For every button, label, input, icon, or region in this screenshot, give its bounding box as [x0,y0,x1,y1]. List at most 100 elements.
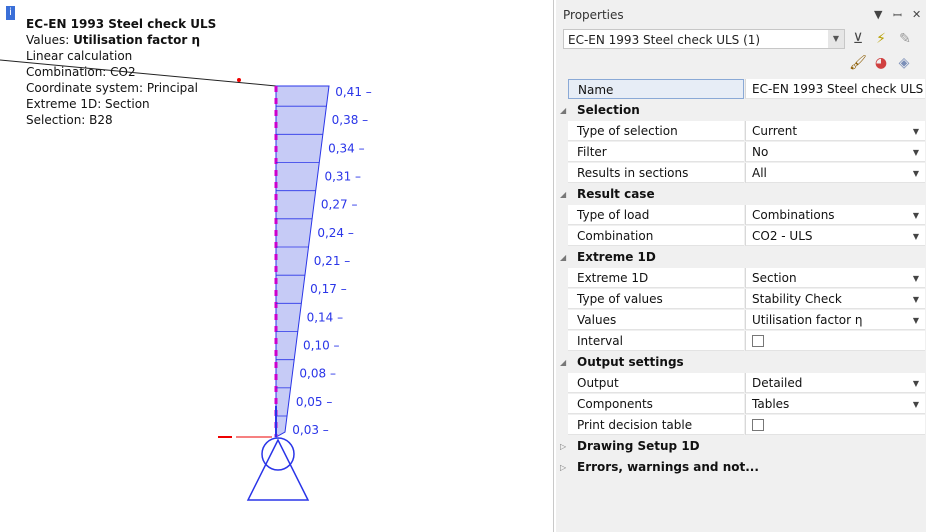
prop-results-in-sections-row[interactable]: Results in sections All ▼ [558,163,925,184]
prop-type-of-values-row[interactable]: Type of values Stability Check ▼ [558,289,925,310]
prop-value-select[interactable]: Current ▼ [745,121,925,141]
color-palette-icon[interactable]: ◕ [872,54,890,72]
diagram-label: 0,41 – [335,85,372,99]
prop-extreme-1d-row[interactable]: Extreme 1D Section ▼ [558,268,925,289]
prop-label: Values [568,310,744,330]
group-label: Errors, warnings and not... [577,460,759,474]
prop-value-select[interactable]: All ▼ [745,163,925,183]
diagram-label: 0,14 – [307,310,344,324]
prop-print-decision-table-row[interactable]: Print decision table [558,415,925,436]
leader-point [237,78,241,82]
group-drawing-setup[interactable]: ▷ Drawing Setup 1D [558,436,925,457]
chevron-down-icon[interactable]: ▼ [913,142,919,163]
diagram-label: 0,34 – [328,141,365,155]
prop-value-select[interactable]: Utilisation factor η ▼ [745,310,925,330]
collapse-icon[interactable]: ◢ [560,352,566,373]
prop-type-of-load-row[interactable]: Type of load Combinations ▼ [558,205,925,226]
group-selection[interactable]: ◢ Selection [558,100,925,121]
diagram-label: 0,31 – [324,170,361,184]
prop-values-row[interactable]: Values Utilisation factor η ▼ [558,310,925,331]
diagram-label: 0,05 – [296,395,333,409]
chevron-down-icon[interactable]: ▼ [913,394,919,415]
chevron-down-icon[interactable]: ▼ [913,226,919,247]
collapse-icon[interactable]: ◢ [560,184,566,205]
chevron-down-icon[interactable]: ▼ [913,163,919,184]
expand-icon[interactable]: ▷ [560,436,566,457]
chevron-down-icon[interactable]: ▼ [913,121,919,142]
diagram-label: 0,38 – [332,113,369,127]
graphic-window[interactable]: i EC-EN 1993 Steel check ULS Values: Uti… [0,0,554,532]
prop-filter-row[interactable]: Filter No ▼ [558,142,925,163]
prop-value-select[interactable]: Stability Check ▼ [745,289,925,309]
collapse-icon[interactable]: ◢ [560,100,566,121]
prop-combination-row[interactable]: Combination CO2 - ULS ▼ [558,226,925,247]
expand-icon[interactable]: ▷ [560,457,566,478]
prop-value-select[interactable]: No ▼ [745,142,925,162]
chevron-down-icon[interactable]: ▼ [913,268,919,289]
print-decision-table-checkbox[interactable] [752,418,764,431]
chevron-down-icon[interactable]: ▼ [913,289,919,310]
properties-title: Properties [563,8,624,22]
prop-label: Print decision table [568,415,744,435]
brush-icon[interactable]: 🖌 [849,54,867,72]
prop-label: Output [568,373,744,393]
collapse-icon[interactable]: ◢ [560,247,566,268]
prop-output-row[interactable]: Output Detailed ▼ [558,373,925,394]
group-result-case[interactable]: ◢ Result case [558,184,925,205]
prop-label: Name [568,79,744,99]
diagram-label: 0,10 – [303,339,340,353]
diagram-label: 0,24 – [317,226,354,240]
result-diagram: 0,41 – 0,38 – 0,34 – 0,31 – 0,27 – 0,24 … [0,59,372,501]
prop-label: Type of values [568,289,744,309]
diagram-label: 0,21 – [314,254,351,268]
dropdown-icon[interactable]: ▼ [874,8,882,21]
chevron-down-icon[interactable]: ▼ [828,30,844,48]
prop-value-name[interactable]: EC-EN 1993 Steel check ULS [745,79,925,99]
prop-value-select[interactable]: Combinations ▼ [745,205,925,225]
prop-value-select[interactable]: Section ▼ [745,268,925,288]
prop-interval-row[interactable]: Interval [558,331,925,352]
pin-icon[interactable]: ꟷ [893,8,902,23]
prop-label: Results in sections [568,163,744,183]
group-output-settings[interactable]: ◢ Output settings [558,352,925,373]
prop-type-of-selection-row[interactable]: Type of selection Current ▼ [558,121,925,142]
diagram-label: 0,27 – [321,198,358,212]
prop-label: Type of load [568,205,744,225]
filter-lightning-icon[interactable]: ⚡ [872,30,890,48]
object-select[interactable]: EC-EN 1993 Steel check ULS (1) ▼ [563,29,845,49]
prop-value-select[interactable]: Detailed ▼ [745,373,925,393]
close-icon[interactable]: ✕ [912,8,921,21]
prop-label: Components [568,394,744,414]
group-label: Drawing Setup 1D [577,439,700,453]
group-label: Result case [577,187,655,201]
property-grid: Name EC-EN 1993 Steel check ULS ◢ Select… [558,79,925,478]
layers-icon[interactable]: ◈ [895,54,913,72]
support-hinge-icon [261,437,295,471]
diagram-label: 0,17 – [310,282,347,296]
prop-value-select[interactable]: CO2 - ULS ▼ [745,226,925,246]
chevron-down-icon[interactable]: ▼ [913,310,919,331]
prop-label: Extreme 1D [568,268,744,288]
group-label: Extreme 1D [577,250,656,264]
prop-name-row[interactable]: Name EC-EN 1993 Steel check ULS [558,79,925,100]
group-label: Selection [577,103,640,117]
interval-checkbox[interactable] [752,334,764,347]
prop-label: Combination [568,226,744,246]
diagram-label: 0,08 – [299,367,336,381]
prop-label: Interval [568,331,744,351]
chevron-down-icon[interactable]: ▼ [913,373,919,394]
pencil-icon[interactable]: ✎ [896,30,914,48]
object-select-value: EC-EN 1993 Steel check ULS (1) [568,33,761,47]
diagram-label: 0,03 – [292,423,329,437]
group-extreme-1d[interactable]: ◢ Extreme 1D [558,247,925,268]
prop-label: Type of selection [568,121,744,141]
properties-panel: Properties ▼ ꟷ ✕ EC-EN 1993 Steel check … [556,0,926,532]
chevron-down-icon[interactable]: ▼ [913,205,919,226]
prop-components-row[interactable]: Components Tables ▼ [558,394,925,415]
prop-label: Filter [568,142,744,162]
filter-add-icon[interactable]: ⊻ [849,30,867,48]
group-label: Output settings [577,355,684,369]
prop-value-select[interactable]: Tables ▼ [745,394,925,414]
group-errors[interactable]: ▷ Errors, warnings and not... [558,457,925,478]
leader-line [0,59,277,87]
